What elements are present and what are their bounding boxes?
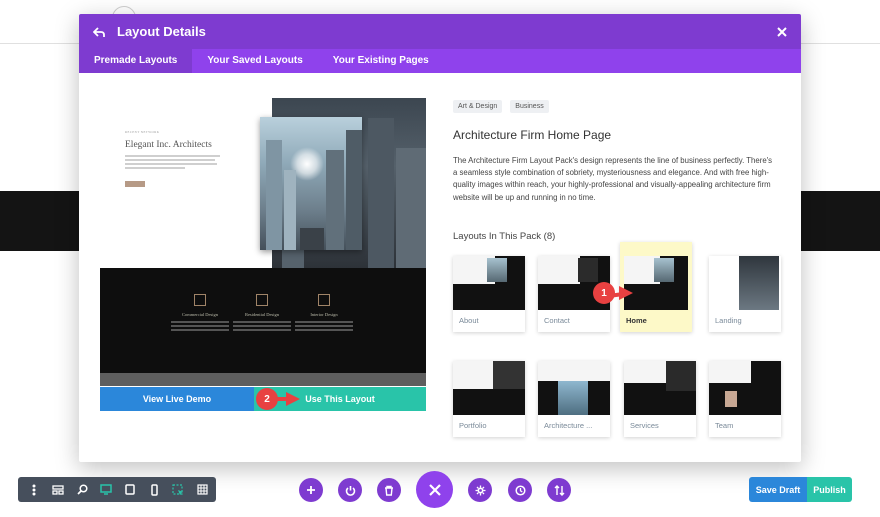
layout-thumb-portfolio[interactable]: Portfolio xyxy=(453,361,525,437)
annotation-badge-2: 2 xyxy=(256,388,278,410)
preview-text-line xyxy=(125,167,185,169)
history-button[interactable] xyxy=(508,478,532,502)
tab-premade-layouts[interactable]: Premade Layouts xyxy=(79,49,193,73)
preview-text-line xyxy=(125,163,217,165)
preview-service-title: Residential Design xyxy=(244,312,280,317)
publish-button[interactable]: Publish xyxy=(807,477,852,502)
layout-thumb-label: Services xyxy=(630,421,659,430)
preview-text-line xyxy=(125,159,215,161)
gear-icon xyxy=(475,485,485,495)
layout-preview-image: RECENT NETWORK Elegant Inc. Architects C… xyxy=(100,98,426,386)
preview-service-title: Commercial Design xyxy=(181,312,219,317)
preview-service-column: Commercial Design xyxy=(165,294,235,333)
category-tags: Art & Design Business xyxy=(453,100,549,113)
close-icon xyxy=(428,483,441,496)
tag-business[interactable]: Business xyxy=(510,100,549,113)
sort-arrows-icon xyxy=(554,484,564,496)
plus-icon xyxy=(307,486,315,494)
phone-view-icon[interactable] xyxy=(142,477,166,502)
modal-header: Layout Details xyxy=(79,14,801,49)
pack-layouts-heading: Layouts In This Pack (8) xyxy=(453,231,556,242)
preview-text-line xyxy=(125,155,220,157)
house-icon xyxy=(256,294,268,306)
preview-button xyxy=(125,181,145,187)
wireframe-view-icon[interactable] xyxy=(46,477,70,502)
layout-thumb-label: Portfolio xyxy=(459,421,487,430)
tablet-view-icon[interactable] xyxy=(118,477,142,502)
preview-heading: Elegant Inc. Architects xyxy=(125,140,212,150)
close-builder-button[interactable] xyxy=(416,471,453,508)
layout-thumb-about[interactable]: About xyxy=(453,256,525,332)
layout-thumb-label: Architecture ... xyxy=(544,421,593,430)
layout-thumb-label: Contact xyxy=(544,316,570,325)
preview-bottom-strip xyxy=(100,373,426,386)
tab-your-existing-pages[interactable]: Your Existing Pages xyxy=(318,49,444,73)
layout-description: The Architecture Firm Layout Pack's desi… xyxy=(453,156,773,202)
annotation-arrowhead xyxy=(286,392,300,406)
view-mode-toolbar xyxy=(18,477,170,502)
preview-small-label: RECENT NETWORK xyxy=(125,130,160,134)
layout-thumb-architecture[interactable]: Architecture ... xyxy=(538,361,610,437)
save-draft-button[interactable]: Save Draft xyxy=(749,477,807,502)
responsive-sort-button[interactable] xyxy=(547,478,571,502)
zoom-search-icon[interactable] xyxy=(70,477,94,502)
interior-icon xyxy=(318,294,330,306)
more-options-icon[interactable] xyxy=(22,477,46,502)
preview-service-column: Residential Design xyxy=(227,294,297,333)
modal-title: Layout Details xyxy=(117,24,206,39)
layout-thumb-team[interactable]: Team xyxy=(709,361,781,437)
back-arrow-icon[interactable] xyxy=(91,24,107,40)
modal-tabs: Premade Layouts Your Saved Layouts Your … xyxy=(79,49,801,73)
tag-art-design[interactable]: Art & Design xyxy=(453,100,503,113)
layout-thumb-label: Team xyxy=(715,421,734,430)
preview-city-photo xyxy=(260,117,362,250)
grid-mode-icon[interactable] xyxy=(190,477,214,502)
view-live-demo-button[interactable]: View Live Demo xyxy=(100,387,254,411)
preview-service-column: Interior Design xyxy=(289,294,359,333)
trash-icon xyxy=(385,485,393,496)
click-mode-icon[interactable] xyxy=(166,477,190,502)
layout-title: Architecture Firm Home Page xyxy=(453,128,612,142)
layout-details-modal: Layout Details Premade Layouts Your Save… xyxy=(79,14,801,462)
portability-button[interactable] xyxy=(338,478,362,502)
tab-your-saved-layouts[interactable]: Your Saved Layouts xyxy=(192,49,317,73)
layout-thumb-label: About xyxy=(459,316,479,325)
clock-icon xyxy=(514,484,526,496)
annotation-badge-1: 1 xyxy=(593,282,615,304)
annotation-arrowhead xyxy=(619,286,633,300)
layout-thumb-services[interactable]: Services xyxy=(624,361,696,437)
layout-thumb-label: Landing xyxy=(715,316,742,325)
layout-thumb-landing[interactable]: Landing xyxy=(709,256,781,332)
close-icon[interactable] xyxy=(775,25,789,39)
clear-layout-button[interactable] xyxy=(377,478,401,502)
add-module-button[interactable] xyxy=(299,478,323,502)
power-icon xyxy=(345,485,355,496)
selection-toolbar xyxy=(164,477,216,502)
preview-service-title: Interior Design xyxy=(310,312,338,317)
desktop-view-icon[interactable] xyxy=(94,477,118,502)
layout-thumb-label: Home xyxy=(626,316,647,325)
page-settings-button[interactable] xyxy=(468,478,492,502)
building-icon xyxy=(194,294,206,306)
